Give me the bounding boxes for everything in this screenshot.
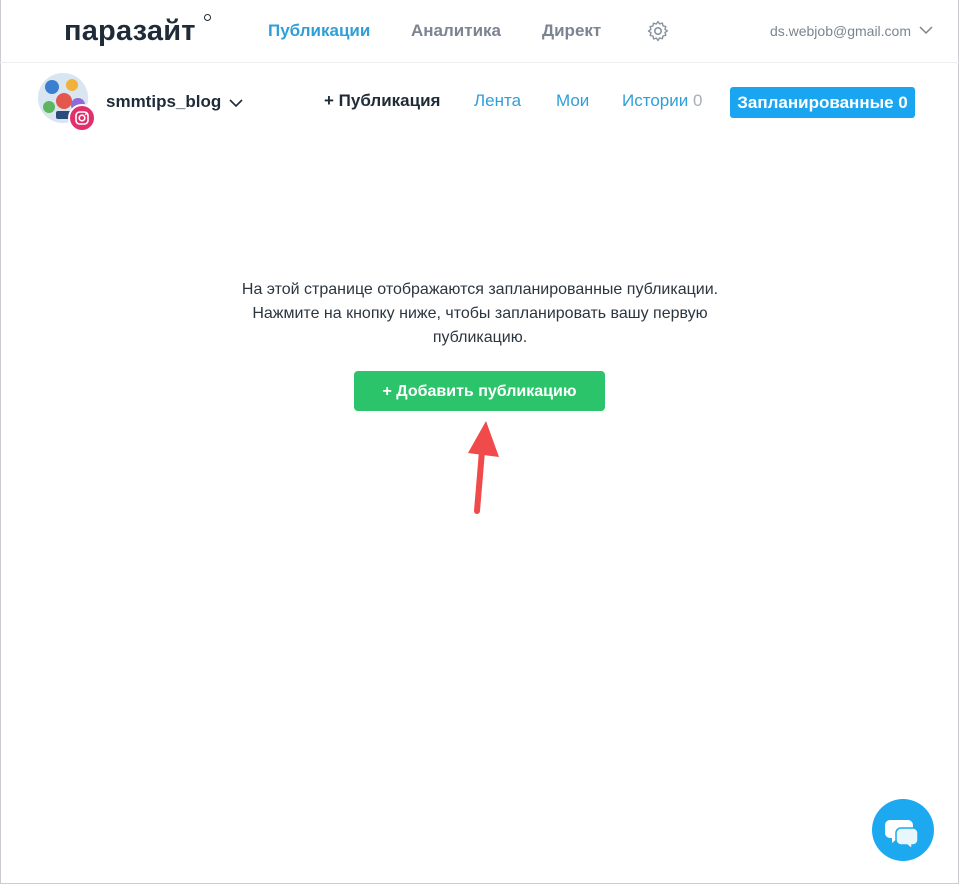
- empty-state-line: Нажмите на кнопку ниже, чтобы запланиров…: [252, 305, 708, 322]
- new-publication-button[interactable]: + Публикация: [324, 91, 440, 111]
- tab-stories[interactable]: Истории 0: [622, 91, 702, 111]
- tab-scheduled[interactable]: Запланированные 0: [730, 87, 915, 118]
- logo[interactable]: паразайт: [64, 15, 196, 48]
- empty-state-line: публикацию.: [432, 329, 528, 346]
- logo-dot: [204, 14, 211, 21]
- chevron-down-icon[interactable]: [228, 97, 244, 109]
- tab-stories-label: Истории: [622, 91, 689, 110]
- tab-mine[interactable]: Мои: [556, 91, 589, 111]
- nav-direct[interactable]: Директ: [542, 21, 601, 41]
- gear-icon[interactable]: [646, 19, 670, 43]
- pointer-arrow-icon: [468, 421, 499, 514]
- nav-analytics[interactable]: Аналитика: [411, 21, 501, 41]
- chat-button[interactable]: [872, 799, 934, 861]
- top-navigation-bar: паразайт Публикации Аналитика Директ ds.…: [0, 0, 959, 63]
- tab-feed[interactable]: Лента: [474, 91, 521, 111]
- stories-count: 0: [692, 91, 703, 110]
- chat-bubbles-icon: [885, 820, 919, 851]
- chevron-down-icon[interactable]: [918, 24, 934, 36]
- add-publication-button[interactable]: + Добавить публикацию: [354, 371, 605, 411]
- instagram-icon: [68, 104, 96, 132]
- empty-state-message: На этой странице отображаются запланиров…: [180, 278, 780, 350]
- account-name[interactable]: smmtips_blog: [106, 92, 221, 112]
- empty-state-line: На этой странице отображаются запланиров…: [241, 281, 719, 298]
- account-email[interactable]: ds.webjob@gmail.com: [770, 23, 911, 39]
- nav-publications[interactable]: Публикации: [268, 21, 370, 41]
